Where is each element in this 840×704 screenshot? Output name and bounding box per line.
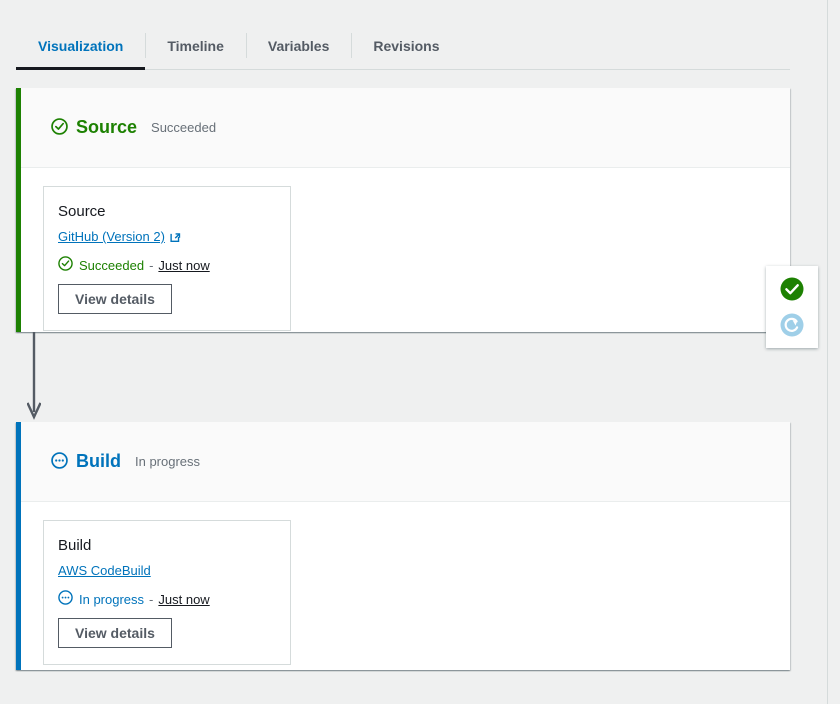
in-progress-circle-icon: [58, 590, 73, 608]
content-panel: Visualization Timeline Variables Revisio…: [0, 0, 828, 704]
external-link-icon[interactable]: [170, 230, 183, 243]
tab-revisions[interactable]: Revisions: [351, 22, 461, 69]
success-filled-check-icon[interactable]: [779, 276, 805, 302]
action-build-status-separator: -: [149, 591, 154, 607]
tab-visualization[interactable]: Visualization: [16, 22, 146, 70]
action-source-provider: GitHub (Version 2): [58, 229, 276, 244]
tab-variables-label: Variables: [267, 37, 330, 54]
action-source-name: Source: [58, 203, 106, 220]
stage-source-status: Succeeded: [151, 120, 217, 135]
check-circle-outline-icon: [51, 117, 68, 138]
action-card-source: Source GitHub (Version 2) Succeeded - Ju…: [43, 186, 291, 331]
tab-variables[interactable]: Variables: [245, 22, 352, 69]
tab-revisions-label: Revisions: [373, 37, 440, 54]
action-source-status-row: Succeeded - Just now: [58, 256, 276, 274]
stage-build-accent-bar: [16, 422, 21, 670]
action-build-provider-link[interactable]: AWS CodeBuild: [58, 563, 151, 578]
floating-status-widget: [766, 266, 818, 348]
check-circle-outline-icon: [58, 256, 73, 274]
stage-build-body: Build AWS CodeBuild In progress - Just n…: [16, 502, 790, 665]
pipeline-visualization-page: Visualization Timeline Variables Revisio…: [0, 0, 840, 704]
action-source-status-text: Succeeded: [79, 257, 145, 273]
tab-bar: Visualization Timeline Variables Revisio…: [16, 22, 790, 70]
stage-build-title: Build: [76, 451, 121, 471]
action-card-build: Build AWS CodeBuild In progress - Just n…: [43, 520, 291, 665]
stage-source-title: Source: [76, 117, 138, 137]
tab-timeline[interactable]: Timeline: [145, 22, 246, 69]
action-source-timestamp-link[interactable]: Just now: [158, 258, 209, 273]
action-source-provider-link[interactable]: GitHub (Version 2): [58, 229, 165, 244]
action-build-provider: AWS CodeBuild: [58, 563, 276, 578]
stage-source-accent-bar: [16, 88, 21, 332]
tab-timeline-label: Timeline: [167, 37, 224, 54]
tab-visualization-label: Visualization: [38, 37, 124, 54]
action-build-name: Build: [58, 537, 92, 554]
stage-source-body: Source GitHub (Version 2) Succeeded - Ju…: [16, 168, 790, 331]
stage-source-header: Source Succeeded: [16, 88, 790, 168]
stage-build-header: Build In progress: [16, 422, 790, 502]
view-details-button-source[interactable]: View details: [58, 284, 172, 314]
stage-source: Source Succeeded Source GitHub (Version …: [16, 88, 790, 332]
stage-build: Build In progress Build AWS CodeBuild In…: [16, 422, 790, 670]
action-build-status-text: In progress: [79, 591, 145, 607]
view-details-button-build[interactable]: View details: [58, 618, 172, 648]
stage-connector-arrow: [26, 332, 42, 422]
action-source-status-separator: -: [149, 257, 154, 273]
action-build-timestamp-link[interactable]: Just now: [158, 592, 209, 607]
action-build-status-row: In progress - Just now: [58, 590, 276, 608]
stage-build-status: In progress: [135, 454, 201, 469]
loading-spinner-icon[interactable]: [779, 312, 805, 338]
in-progress-circle-icon: [51, 451, 68, 472]
